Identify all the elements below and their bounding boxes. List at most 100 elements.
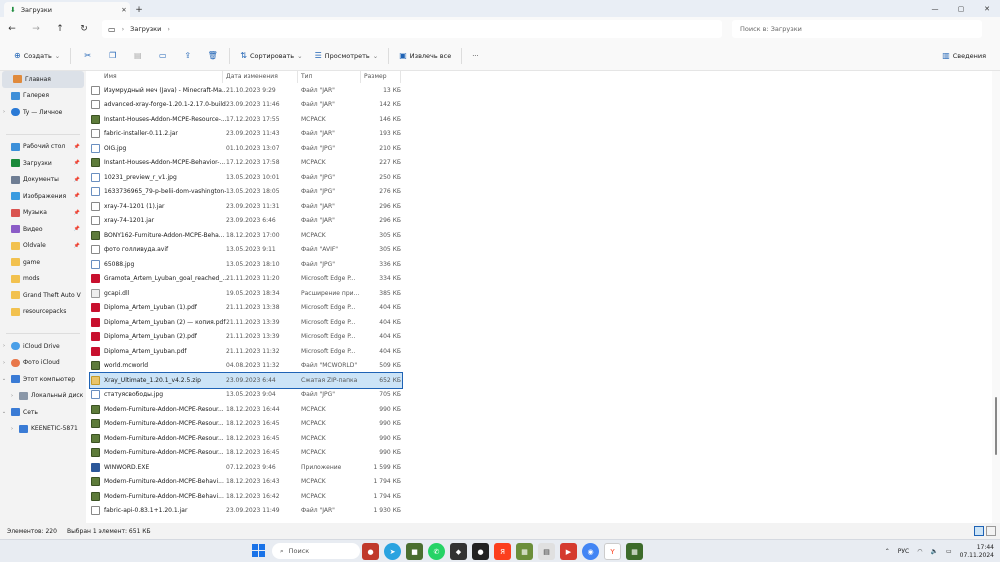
close-window-button[interactable]: ✕ <box>974 0 1000 17</box>
sidebar-item-gta[interactable]: Grand Theft Auto V <box>0 287 86 304</box>
new-tab-button[interactable]: + <box>130 2 148 17</box>
sidebar-item-resourcepacks[interactable]: resourcepacks <box>0 304 86 321</box>
up-arrow-icon[interactable]: ↑ <box>48 19 72 39</box>
file-row[interactable]: 65088.jpg 13.05.2023 18:10 Файл "JPG" 336 К… <box>86 257 992 272</box>
view-button[interactable]: ☰ Просмотреть ⌄ <box>309 46 385 66</box>
file-row[interactable]: Изумрудный меч (Java) - Minecraft-Ma... 2… <box>86 83 992 98</box>
file-row[interactable]: Modern-Furniture-Addon-MCPE-Behavi... 18.… <box>86 475 992 490</box>
file-row[interactable]: world.mcworld 04.08.2023 11:32 Файл "MCWOR… <box>86 359 992 374</box>
file-row[interactable]: Xray_Ultimate_1.20.1_v4.2.5.zip 23.09.202… <box>89 372 403 389</box>
game-icon[interactable]: ■ <box>406 543 423 560</box>
breadcrumb-downloads[interactable]: Загрузки <box>130 25 161 33</box>
delete-button[interactable]: 🗑 <box>200 46 225 66</box>
breadcrumb[interactable]: ▭ › Загрузки › <box>102 20 722 38</box>
sidebar-item-documents[interactable]: Документы 📌 <box>0 172 86 189</box>
file-row[interactable]: Modern-Furniture-Addon-MCPE-Resour... 18.… <box>86 446 992 461</box>
sidebar-item-gallery[interactable]: Галерея <box>0 88 86 105</box>
chevron-right-icon[interactable]: › <box>8 393 16 399</box>
column-header-date[interactable]: Дата изменения <box>223 71 298 83</box>
minimize-button[interactable]: — <box>922 0 948 17</box>
game-icon[interactable]: ● <box>472 543 489 560</box>
chevron-down-icon[interactable]: ⌄ <box>0 409 8 415</box>
tab-downloads[interactable]: ⬇ Загрузки ✕ <box>4 2 130 17</box>
minecraft-launcher-icon[interactable]: ▦ <box>626 543 643 560</box>
details-view-icon[interactable] <box>974 526 984 536</box>
sidebar-item-video[interactable]: Видео 📌 <box>0 221 86 238</box>
chevron-right-icon[interactable]: › <box>0 343 8 349</box>
sidebar-item-images[interactable]: Изображения 📌 <box>0 188 86 205</box>
sidebar-item-game[interactable]: game <box>0 254 86 271</box>
sidebar-item-oldvale[interactable]: Oldvale 📌 <box>0 238 86 255</box>
scrollbar-thumb[interactable] <box>995 397 997 455</box>
telegram-icon[interactable]: ➤ <box>384 543 401 560</box>
sidebar-item-keenetic[interactable]: › KEENETIC-5871 <box>0 421 86 438</box>
details-button[interactable]: ▥ Сведения <box>936 46 992 66</box>
file-row[interactable]: Diploma_Artem_Lyuban (2).pdf 21.11.2023 1… <box>86 330 992 345</box>
back-arrow-icon[interactable]: ← <box>0 19 24 39</box>
close-tab-icon[interactable]: ✕ <box>118 6 130 14</box>
sidebar-item-personal[interactable]: › Ty — Личное <box>0 104 86 121</box>
volume-icon[interactable]: 🔈 <box>930 548 937 555</box>
sidebar-item-icloud-photos[interactable]: › Фото iCloud <box>0 355 86 372</box>
lang-indicator[interactable]: РУС <box>898 548 909 555</box>
file-row[interactable]: gcapi.dll 19.05.2023 18:34 Расширение при.… <box>86 286 992 301</box>
sort-button[interactable]: ⇅ Сортировать ⌄ <box>234 46 308 66</box>
extract-all-button[interactable]: ▣ Извлечь все <box>393 46 457 66</box>
file-row[interactable]: Modern-Furniture-Addon-MCPE-Resour... 18.… <box>86 402 992 417</box>
yandex-browser-icon[interactable]: Y <box>604 543 621 560</box>
forward-arrow-icon[interactable]: → <box>24 19 48 39</box>
file-row[interactable]: Modern-Furniture-Addon-MCPE-Resour... 18.… <box>86 417 992 432</box>
file-row[interactable]: xray-74-1201 (1).jar 23.09.2023 11:31 Файл… <box>86 199 992 214</box>
cut-button[interactable]: ✂ <box>75 46 100 66</box>
sidebar-item-home[interactable]: Главная <box>2 71 84 88</box>
file-row[interactable]: статуясвободы.jpg 13.05.2023 9:04 Файл "JP… <box>86 388 992 403</box>
file-row[interactable]: 1633736965_79-p-belii-dom-vashington-...… <box>86 185 992 200</box>
more-options-button[interactable]: ··· <box>466 46 484 66</box>
tiles-view-icon[interactable] <box>986 526 996 536</box>
file-row[interactable]: WINWORD.EXE 07.12.2023 9:46 Приложение 1 59… <box>86 460 992 475</box>
chevron-up-icon[interactable]: ⌃ <box>885 548 890 555</box>
taskbar-search[interactable]: ⌕ Поиск <box>272 543 360 559</box>
app-icon[interactable]: ▤ <box>538 543 555 560</box>
wifi-icon[interactable]: ◠ <box>917 548 922 555</box>
sidebar-item-icloud-drive[interactable]: › iCloud Drive <box>0 338 86 355</box>
chevron-right-icon[interactable]: › <box>0 109 8 115</box>
windows-start-icon[interactable] <box>252 544 265 557</box>
chevron-right-icon[interactable]: › <box>8 426 16 432</box>
sidebar-item-desktop[interactable]: Рабочий стол 📌 <box>0 139 86 156</box>
file-row[interactable]: 10231_preview_r_v1.jpg 13.05.2023 10:01 Фа… <box>86 170 992 185</box>
file-row[interactable]: BONY162-Furniture-Addon-MCPE-Beha... 18.1… <box>86 228 992 243</box>
file-row[interactable]: Diploma_Artem_Lyuban (2) — копия.pdf 21.1… <box>86 315 992 330</box>
minecraft-icon[interactable]: ▦ <box>516 543 533 560</box>
file-row[interactable]: Instant-Houses-Addon-MCPE-Resource-... 17… <box>86 112 992 127</box>
app-icon[interactable]: ▶ <box>560 543 577 560</box>
sidebar-item-this-pc[interactable]: ⌄ Этот компьютер <box>0 371 86 388</box>
vertical-scrollbar[interactable] <box>992 71 1000 523</box>
sidebar-item-local-disk[interactable]: › Локальный диск <box>0 388 86 405</box>
rename-button[interactable]: ▭ <box>150 46 175 66</box>
chevron-down-icon[interactable]: ⌄ <box>0 376 8 382</box>
refresh-icon[interactable]: ↻ <box>72 19 96 39</box>
column-header-type[interactable]: Тип <box>298 71 361 83</box>
battery-icon[interactable]: ▭ <box>946 548 952 555</box>
file-row[interactable]: Modern-Furniture-Addon-MCPE-Behavi... 18.… <box>86 489 992 504</box>
create-button[interactable]: ⊕ Создать ⌄ <box>8 46 66 66</box>
yandex-icon[interactable]: Я <box>494 543 511 560</box>
paste-button[interactable]: ▤ <box>125 46 150 66</box>
maximize-button[interactable]: ▢ <box>948 0 974 17</box>
search-input[interactable]: Поиск в: Загрузки <box>732 20 982 38</box>
file-row[interactable]: Diploma_Artem_Lyuban (1).pdf 21.11.2023 1… <box>86 301 992 316</box>
file-row[interactable]: fabric-installer-0.11.2.jar 23.09.2023 11… <box>86 127 992 142</box>
among-us-icon[interactable]: ● <box>362 543 379 560</box>
file-row[interactable]: Modern-Furniture-Addon-MCPE-Resour... 18.… <box>86 431 992 446</box>
column-header-size[interactable]: Размер <box>361 71 401 83</box>
sidebar-item-downloads[interactable]: Загрузки 📌 <box>0 155 86 172</box>
file-row[interactable]: advanced-xray-forge-1.20.1-2.17.0-build.… <box>86 98 992 113</box>
copy-button[interactable]: ❐ <box>100 46 125 66</box>
chevron-right-icon[interactable]: › <box>0 360 8 366</box>
file-row[interactable]: OIG.jpg 01.10.2023 13:07 Файл "JPG" 210 КБ <box>86 141 992 156</box>
whatsapp-icon[interactable]: ✆ <box>428 543 445 560</box>
file-row[interactable]: Gramota_Artem_Lyuban_goal_reached_... 21.… <box>86 272 992 287</box>
file-row[interactable]: фото голливуда.avif 13.05.2023 9:11 Файл "… <box>86 243 992 258</box>
sidebar-item-mods[interactable]: mods <box>0 271 86 288</box>
